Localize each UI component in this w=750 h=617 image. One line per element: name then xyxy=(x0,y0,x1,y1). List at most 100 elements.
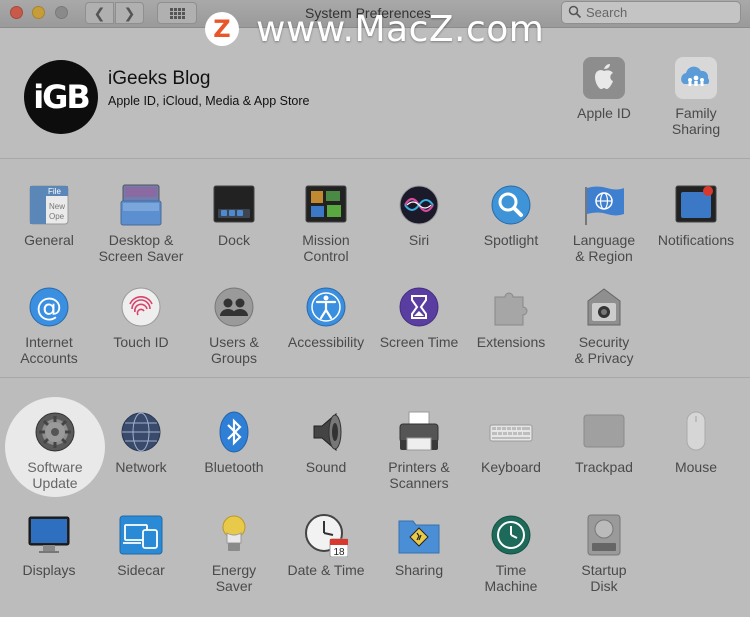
energy-saver-icon xyxy=(222,515,246,551)
pane-users-groups[interactable]: Users & Groups xyxy=(188,285,280,385)
screen-time-icon xyxy=(399,287,439,327)
pane-label: Energy Saver xyxy=(211,562,257,594)
pane-touch-id[interactable]: Touch ID xyxy=(95,285,187,385)
close-window-button[interactable] xyxy=(10,6,23,19)
pane-sharing[interactable]: Sharing xyxy=(373,513,465,613)
pane-label: Language & Region xyxy=(572,232,636,264)
pane-label: Desktop & Screen Saver xyxy=(98,232,184,264)
pane-label: Displays xyxy=(22,562,76,578)
pane-label: Trackpad xyxy=(575,459,633,475)
pane-mouse[interactable]: Mouse xyxy=(650,410,742,510)
pane-sound[interactable]: Sound xyxy=(280,410,372,510)
pane-keyboard[interactable]: Keyboard xyxy=(465,410,557,510)
profile-subtitle: Apple ID, iCloud, Media & App Store xyxy=(108,94,310,108)
pane-displays[interactable]: Displays xyxy=(3,513,95,613)
pane-siri[interactable]: Siri xyxy=(373,183,465,283)
time-machine-icon xyxy=(491,515,531,555)
back-button[interactable]: ❮ xyxy=(85,2,114,24)
network-icon xyxy=(121,412,161,452)
macz-logo-icon: Z xyxy=(205,12,239,46)
printers-scanners-icon xyxy=(399,411,439,451)
section-divider xyxy=(0,158,750,159)
startup-disk-icon xyxy=(587,514,621,556)
pane-label: Apple ID xyxy=(577,105,631,121)
mouse-icon xyxy=(686,411,706,451)
touch-id-icon xyxy=(121,287,161,327)
pane-label: Dock xyxy=(218,232,250,248)
profile-name: iGeeks Blog xyxy=(108,68,211,89)
pane-language-region[interactable]: Language & Region xyxy=(558,183,650,283)
show-all-button[interactable] xyxy=(157,2,197,24)
accessibility-icon xyxy=(306,287,346,327)
search-icon xyxy=(568,5,582,19)
pane-printers-scanners[interactable]: Printers & Scanners xyxy=(373,410,465,510)
pane-accessibility[interactable]: Accessibility xyxy=(280,285,372,385)
chevron-left-icon: ❮ xyxy=(93,5,106,21)
svg-text:New: New xyxy=(49,202,65,211)
pane-label: Spotlight xyxy=(483,232,539,248)
pane-label: Extensions xyxy=(476,334,546,350)
pane-label: Touch ID xyxy=(113,334,169,350)
pane-label: Security & Privacy xyxy=(574,334,634,366)
pane-extensions[interactable]: Extensions xyxy=(465,285,557,385)
pane-family-sharing[interactable]: Family Sharing xyxy=(650,56,742,156)
pane-label: Screen Time xyxy=(379,334,459,350)
pane-desktop-screen-saver[interactable]: Desktop & Screen Saver xyxy=(95,183,187,283)
pane-mission-control[interactable]: Mission Control xyxy=(280,183,372,283)
pane-label: Startup Disk xyxy=(581,562,627,594)
pane-startup-disk[interactable]: Startup Disk xyxy=(558,513,650,613)
pane-notifications[interactable]: Notifications xyxy=(650,183,742,283)
pane-label: Date & Time xyxy=(287,562,365,578)
pane-sidecar[interactable]: Sidecar xyxy=(95,513,187,613)
pane-date-time[interactable]: 18 Date & Time xyxy=(280,513,372,613)
pane-spotlight[interactable]: Spotlight xyxy=(465,183,557,283)
avatar[interactable]: iGB xyxy=(24,60,98,134)
dock-icon xyxy=(213,185,255,223)
desktop-screen-saver-icon xyxy=(120,184,162,226)
software-update-icon xyxy=(35,412,75,452)
watermark: Z www.MacZ.com xyxy=(205,8,545,50)
pane-label: Sharing xyxy=(394,562,444,578)
family-sharing-icon xyxy=(675,57,717,99)
pane-screen-time[interactable]: Screen Time xyxy=(373,285,465,385)
pane-internet-accounts[interactable]: @ Internet Accounts xyxy=(3,285,95,385)
notifications-icon xyxy=(675,185,717,223)
zoom-window-button[interactable] xyxy=(55,6,68,19)
keyboard-icon xyxy=(489,424,533,442)
forward-button[interactable]: ❯ xyxy=(115,2,144,24)
grid-icon xyxy=(170,8,186,20)
mission-control-icon xyxy=(305,185,347,223)
language-region-icon xyxy=(585,186,624,225)
pane-general[interactable]: File New Ope General xyxy=(3,183,95,283)
pane-apple-id[interactable]: Apple ID xyxy=(558,56,650,156)
pane-energy-saver[interactable]: Energy Saver xyxy=(188,513,280,613)
pane-label: Keyboard xyxy=(481,459,541,475)
bluetooth-icon xyxy=(219,411,249,453)
section-divider xyxy=(0,377,750,378)
search-field[interactable] xyxy=(561,1,741,24)
pane-label: Internet Accounts xyxy=(20,334,78,366)
sound-icon xyxy=(313,412,342,452)
pane-label: Notifications xyxy=(657,232,735,248)
pane-software-update[interactable]: Software Update xyxy=(9,410,101,510)
pane-label: Time Machine xyxy=(484,562,538,594)
pane-time-machine[interactable]: Time Machine xyxy=(465,513,557,613)
pane-trackpad[interactable]: Trackpad xyxy=(558,410,650,510)
siri-icon xyxy=(399,185,439,225)
security-privacy-icon xyxy=(587,288,621,326)
svg-text:Ope: Ope xyxy=(49,212,65,221)
general-icon: File New Ope xyxy=(29,185,69,225)
watermark-text: www.MacZ.com xyxy=(256,8,545,50)
pane-label: General xyxy=(24,232,74,248)
pane-label: Family Sharing xyxy=(671,105,721,137)
pane-dock[interactable]: Dock xyxy=(188,183,280,283)
pane-label: Sound xyxy=(305,459,347,475)
search-input[interactable] xyxy=(586,4,736,21)
pane-bluetooth[interactable]: Bluetooth xyxy=(188,410,280,510)
pane-security-privacy[interactable]: Security & Privacy xyxy=(558,285,650,385)
pane-label: Mission Control xyxy=(302,232,350,264)
minimize-window-button[interactable] xyxy=(32,6,45,19)
sharing-icon xyxy=(398,520,440,554)
pane-network[interactable]: Network xyxy=(95,410,187,510)
calendar-day-text: 18 xyxy=(333,547,345,557)
